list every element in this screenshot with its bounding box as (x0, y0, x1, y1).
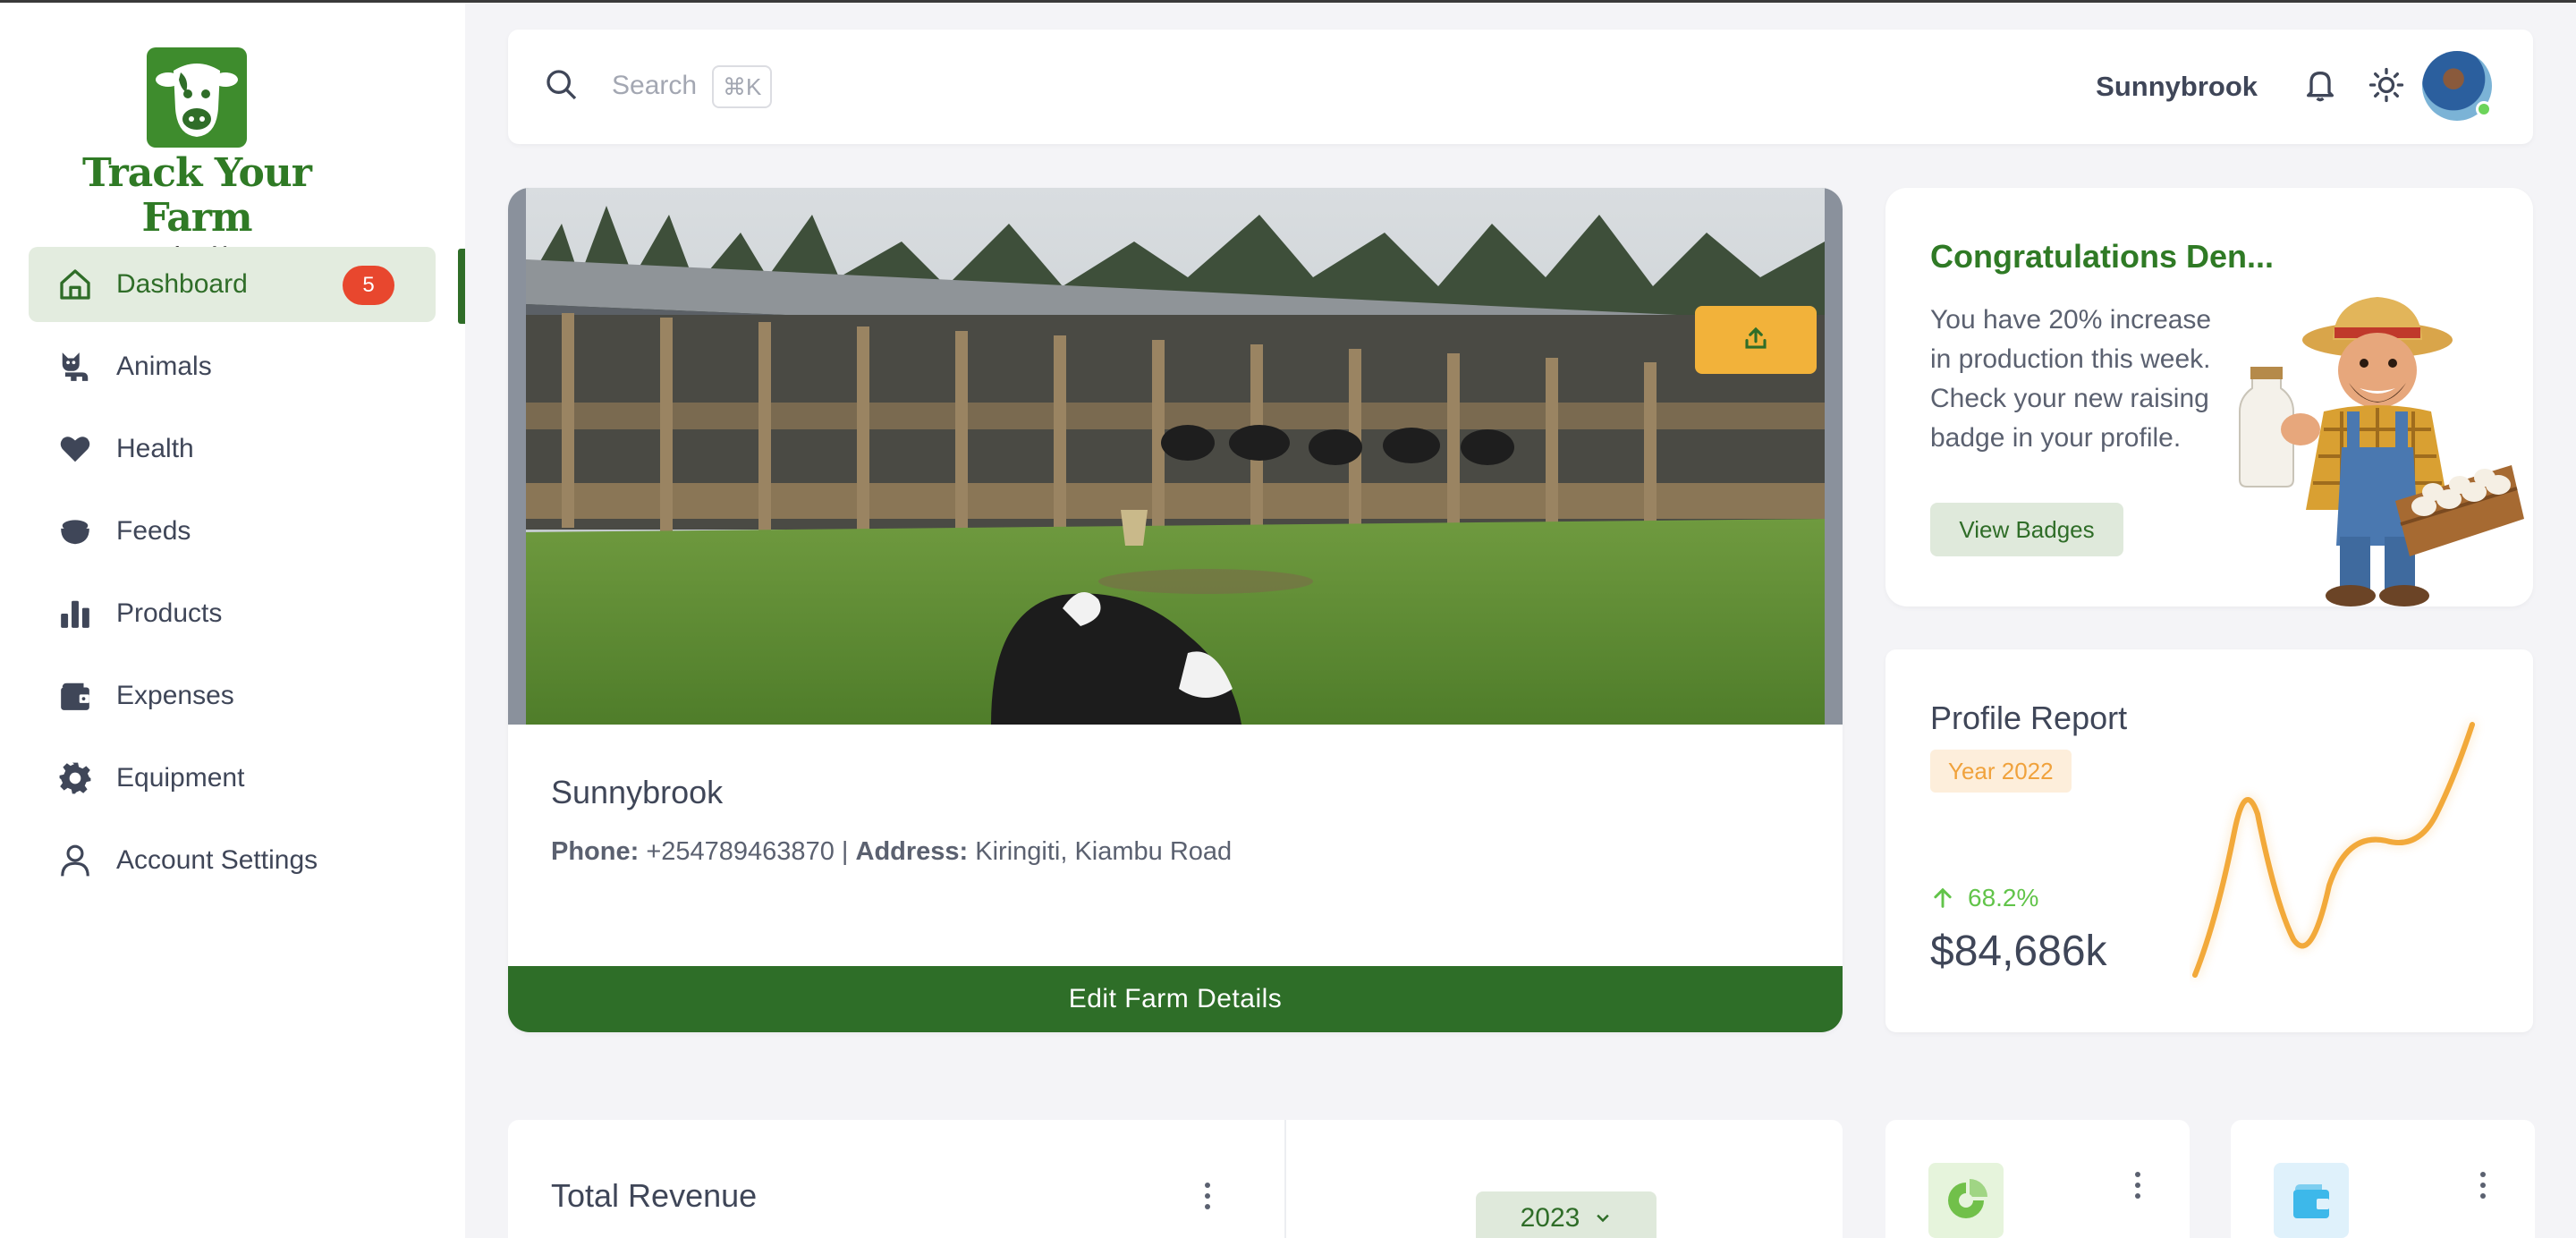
sidebar-item-label: Health (116, 434, 194, 463)
address-value: Kiringiti, Kiambu Road (975, 837, 1233, 866)
arrow-up-icon (1934, 887, 1952, 908)
sidebar-item-animals[interactable]: Animals (29, 329, 436, 404)
chevron-down-icon (1597, 1214, 1610, 1223)
theme-toggle-icon[interactable] (2368, 67, 2404, 107)
sidebar: Track Your Farm Run your farm like a CEO… (0, 3, 465, 1238)
pie-chart-icon (1928, 1163, 2004, 1238)
more-options-icon[interactable] (2478, 1172, 2488, 1199)
farm-name: Sunnybrook (551, 774, 724, 810)
sidebar-nav: Dashboard 5 Animals Health Feeds Product… (29, 247, 465, 905)
user-icon (57, 843, 93, 878)
address-label: Address: (855, 837, 969, 866)
farm-contact-info: Phone: +254789463870 | Address: Kiringit… (551, 837, 1232, 867)
cow-logo-icon (147, 47, 247, 148)
search-shortcut-hint: ⌘K (712, 65, 773, 108)
sidebar-item-products[interactable]: Products (29, 576, 436, 651)
total-revenue-card: Total Revenue 2023 (508, 1120, 1843, 1238)
sidebar-item-equipment[interactable]: Equipment (29, 741, 436, 816)
farmer-illustration (2239, 297, 2524, 606)
congratulations-text: You have 20% increase in production this… (1930, 305, 2212, 453)
feed-bowl-icon (57, 513, 93, 549)
wallet-icon (57, 678, 93, 714)
search-icon[interactable] (544, 67, 580, 107)
brand-logo[interactable]: Track Your Farm Run your farm like a CEO (36, 47, 358, 264)
bell-icon[interactable] (2302, 67, 2338, 107)
congratulations-card: Congratulations Den... You have 20% incr… (1885, 188, 2533, 606)
upload-photo-button[interactable] (1695, 306, 1817, 374)
profile-report-card: Profile Report Year 2022 68.2% $84,686k (1885, 649, 2533, 1032)
wallet-icon (2274, 1163, 2349, 1238)
top-navbar: Search ⌘K Sunnybrook (508, 30, 2533, 144)
sidebar-item-expenses[interactable]: Expenses (29, 658, 436, 733)
sidebar-item-label: Account Settings (116, 845, 318, 875)
stats-card-pie (1885, 1120, 2190, 1238)
congratulations-title: Congratulations Den... (1930, 238, 2275, 275)
year-select-button[interactable]: 2023 (1476, 1191, 1657, 1238)
current-farm-name[interactable]: Sunnybrook (2096, 71, 2258, 103)
report-value: $84,686k (1930, 928, 2107, 975)
sidebar-item-label: Expenses (116, 681, 234, 710)
upload-icon (1742, 325, 1769, 356)
profile-report-title: Profile Report (1930, 700, 2128, 736)
phone-value: +254789463870 (646, 837, 835, 866)
year-select-value: 2023 (1520, 1203, 1580, 1233)
avatar[interactable] (2422, 51, 2492, 121)
total-revenue-title: Total Revenue (551, 1177, 758, 1214)
sidebar-item-label: Feeds (116, 516, 191, 546)
heart-icon (57, 431, 93, 467)
active-indicator (458, 249, 465, 324)
farm-photo (526, 188, 1825, 725)
farm-card: Sunnybrook Phone: +254789463870 | Addres… (508, 188, 1843, 1032)
sidebar-item-label: Equipment (116, 763, 245, 793)
online-status-dot (2476, 101, 2492, 117)
growth-percent: 68.2% (1968, 884, 2039, 912)
notification-count-badge: 5 (343, 266, 394, 305)
year-badge: Year 2022 (1930, 750, 2072, 793)
profile-sparkline (2192, 722, 2475, 978)
sidebar-item-label: Animals (116, 352, 212, 381)
sidebar-item-dashboard[interactable]: Dashboard 5 (29, 247, 436, 322)
gear-icon (57, 760, 93, 796)
farm-photo-frame (508, 188, 1843, 725)
info-separator: | (841, 837, 849, 866)
growth-indicator: 68.2% (1930, 884, 2038, 912)
more-options-icon[interactable] (1202, 1183, 1213, 1209)
search-input[interactable]: Search (612, 71, 697, 101)
view-badges-button[interactable]: View Badges (1930, 503, 2123, 556)
sidebar-item-health[interactable]: Health (29, 411, 436, 487)
card-divider (1284, 1120, 1286, 1238)
sidebar-item-label: Products (116, 598, 223, 628)
bar-chart-icon (57, 596, 93, 632)
sidebar-item-feeds[interactable]: Feeds (29, 494, 436, 569)
home-icon (57, 267, 93, 302)
edit-farm-details-button[interactable]: Edit Farm Details (508, 966, 1843, 1032)
stats-card-wallet (2231, 1120, 2535, 1238)
cat-icon (57, 349, 93, 385)
sidebar-item-label: Dashboard (116, 269, 248, 299)
sidebar-item-account-settings[interactable]: Account Settings (29, 823, 436, 898)
brand-title: Track Your Farm (82, 150, 312, 241)
more-options-icon[interactable] (2132, 1172, 2143, 1199)
phone-label: Phone: (551, 837, 640, 866)
